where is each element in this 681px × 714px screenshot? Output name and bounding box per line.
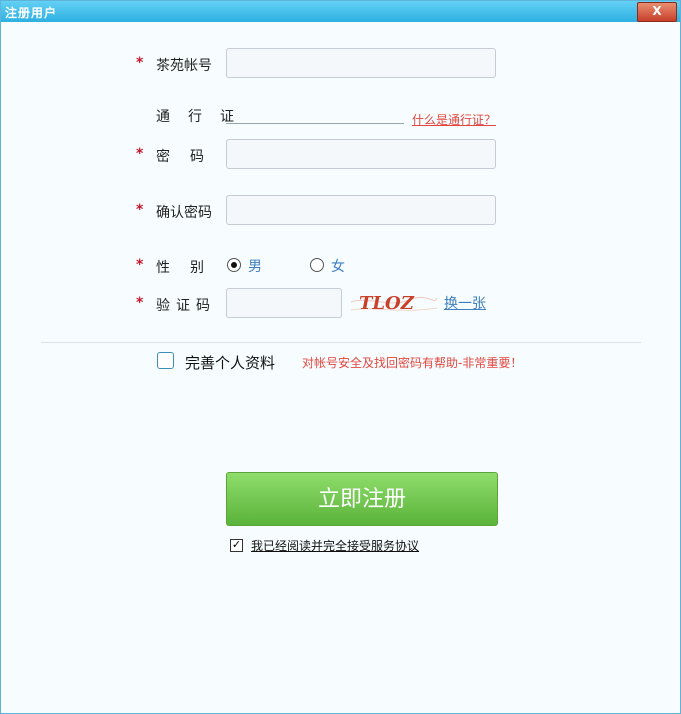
captcha-text: TLOZ [359, 293, 415, 314]
window-title: 注册用户 [5, 6, 58, 20]
gender-female-radio[interactable] [310, 258, 324, 272]
captcha-input[interactable] [226, 288, 342, 318]
confirm-password-input[interactable] [226, 195, 496, 225]
password-label: 密码 [156, 149, 224, 165]
gender-male-label[interactable]: 男 [248, 256, 262, 276]
confirm-password-label: 确认密码 [156, 205, 212, 221]
captcha-label: 验证码 [156, 298, 216, 314]
title-bar[interactable]: 注册用户 X [1, 1, 680, 22]
required-star-gender: * [136, 257, 144, 273]
section-divider [41, 342, 641, 343]
required-star-confirm: * [136, 202, 144, 218]
what-is-passport-link[interactable]: 什么是通行证？ [412, 111, 496, 128]
profile-hint: 对帐号安全及找回密码有帮助-非常重要！ [302, 356, 523, 370]
account-label: 茶苑帐号 [156, 58, 212, 74]
required-star-captcha: * [136, 295, 144, 311]
gender-male-radio[interactable] [227, 258, 241, 272]
gender-female-label[interactable]: 女 [331, 256, 345, 276]
register-now-button[interactable]: 立即注册 [226, 472, 498, 526]
register-window: 注册用户 X * 茶苑帐号 通行证 什么是通行证？ * 密码 * 确认密码 * … [0, 0, 681, 714]
service-agreement-link[interactable]: 我已经阅读并完全接受服务协议 [251, 537, 419, 554]
passport-field[interactable] [226, 123, 404, 124]
complete-profile-checkbox[interactable] [157, 352, 174, 369]
complete-profile-label[interactable]: 完善个人资料 [185, 352, 275, 373]
account-input[interactable] [226, 48, 496, 78]
close-button[interactable]: X [637, 2, 677, 22]
captcha-image[interactable]: TLOZ [349, 288, 439, 318]
password-input[interactable] [226, 139, 496, 169]
required-star-password: * [136, 146, 144, 162]
gender-label: 性别 [156, 260, 224, 276]
required-star-account: * [136, 55, 144, 71]
agreement-checkbox[interactable]: ✓ [230, 539, 243, 552]
refresh-captcha-link[interactable]: 换一张 [444, 293, 486, 313]
